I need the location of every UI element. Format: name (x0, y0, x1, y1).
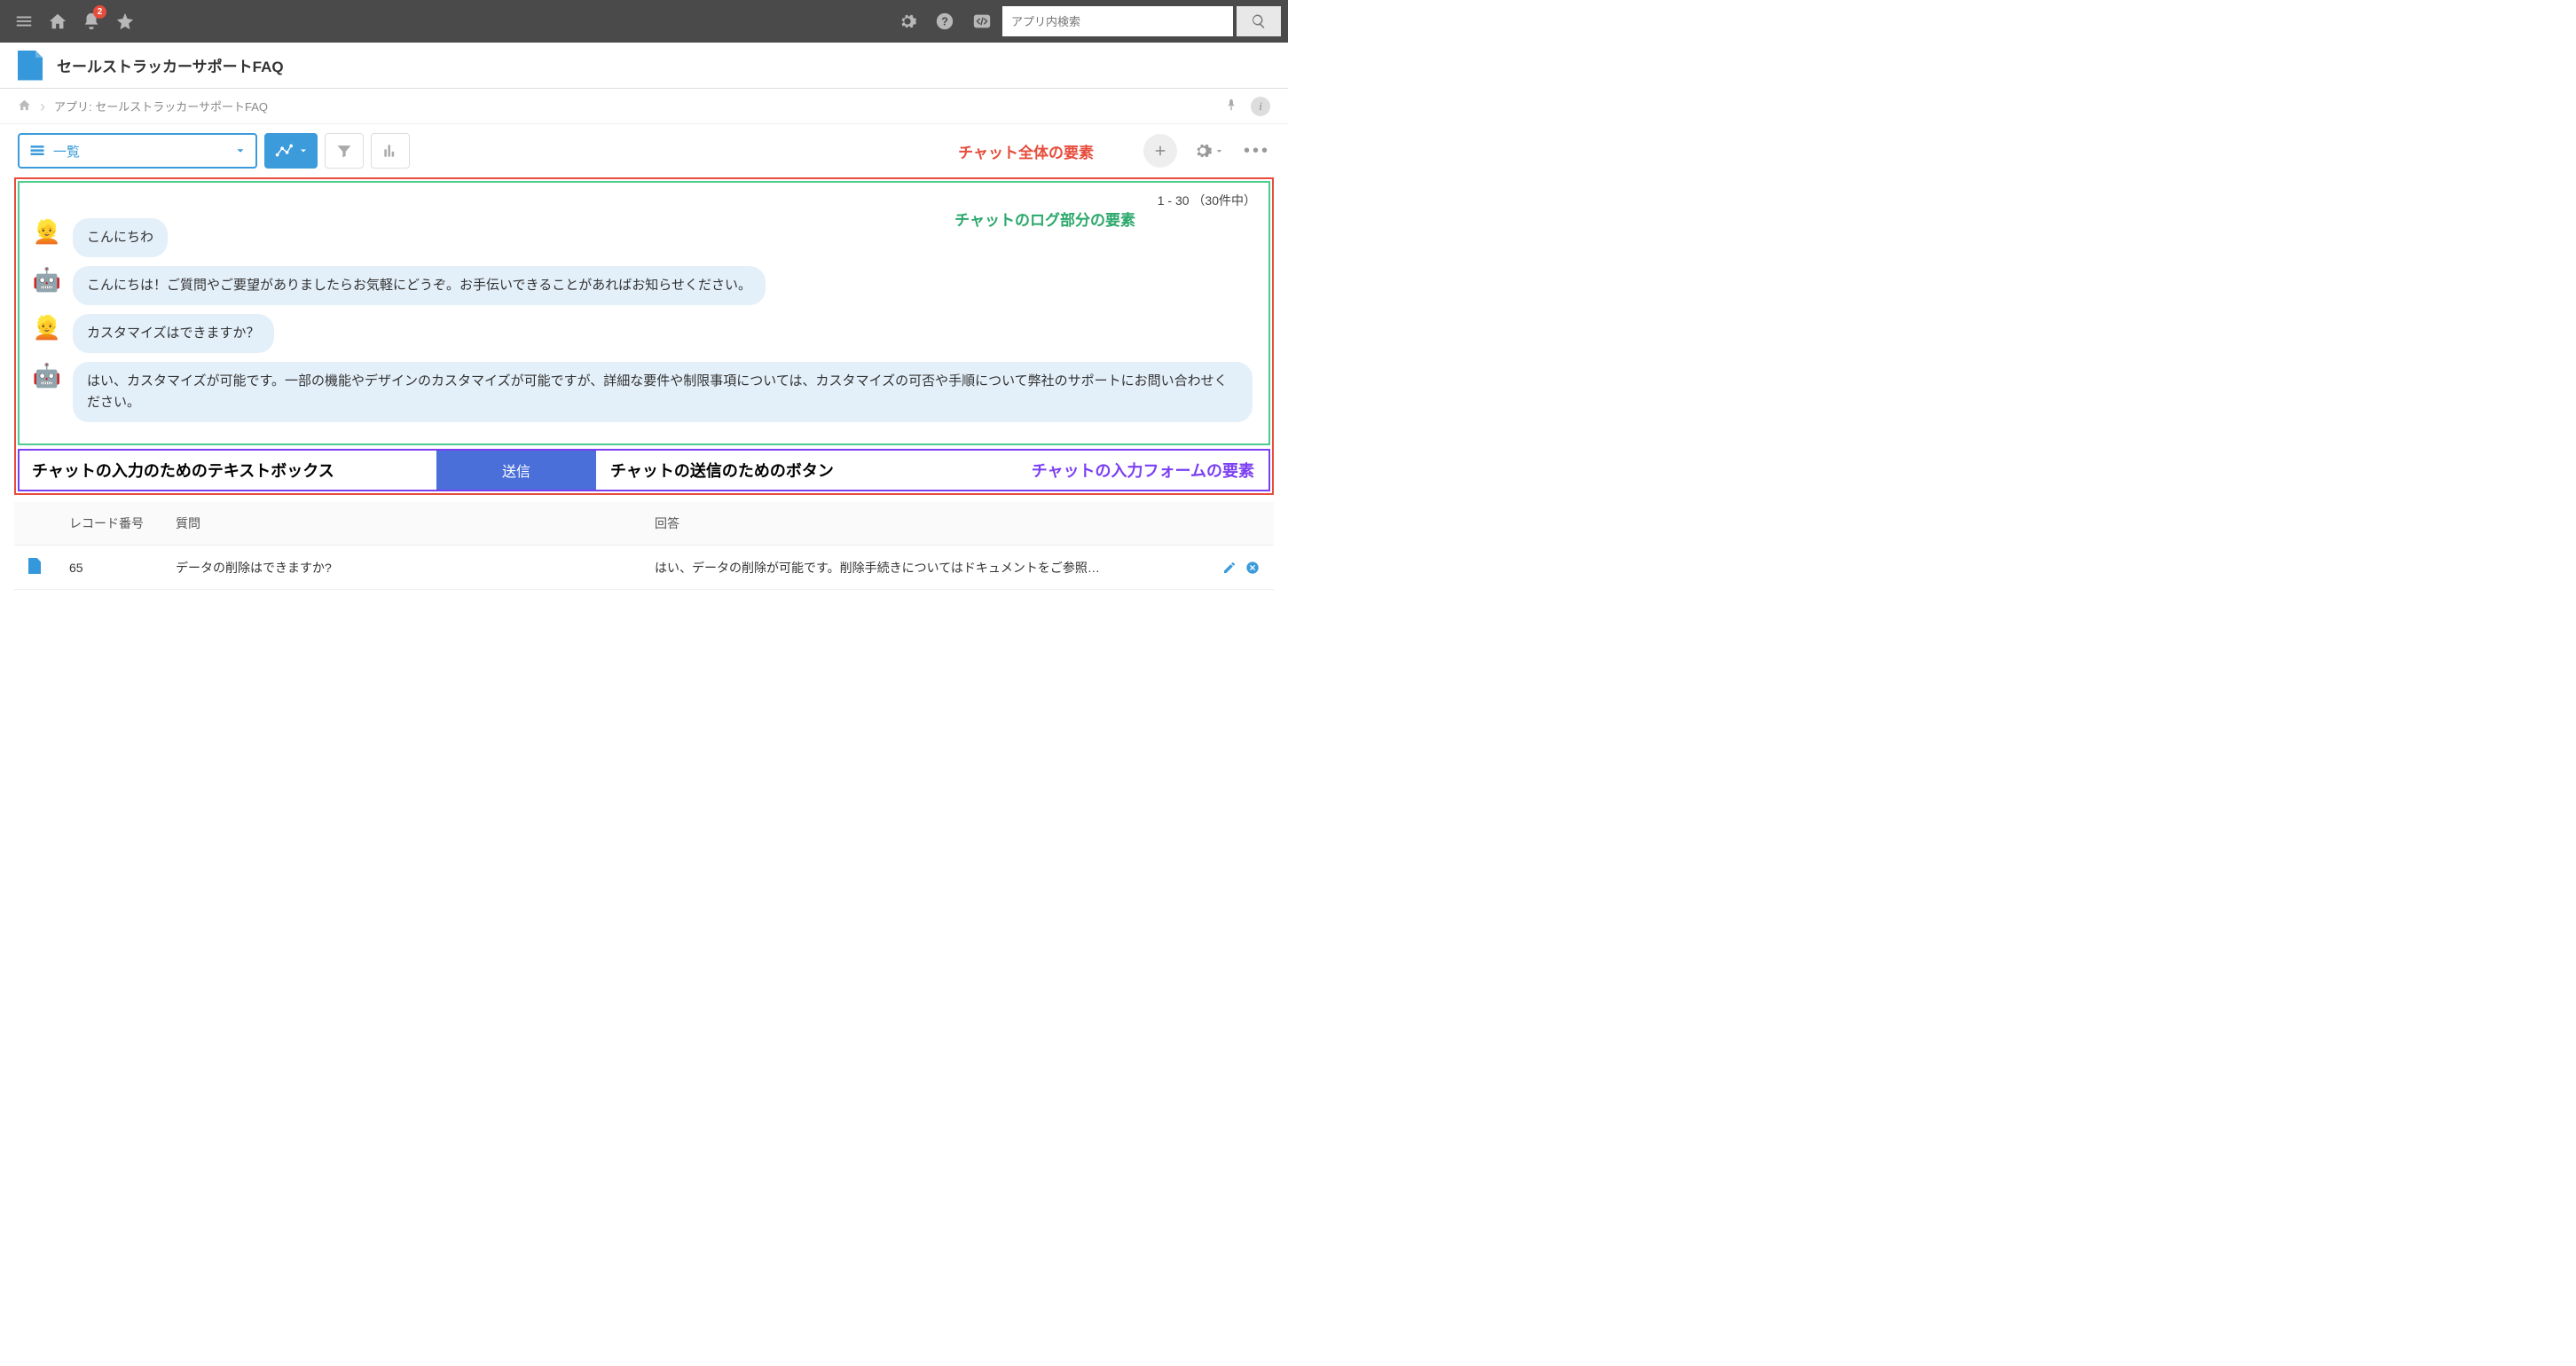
chat-message: 🤖 はい、カスタマイズが可能です。一部の機能やデザインのカスタマイズが可能ですが… (32, 362, 1256, 422)
app-icon (18, 51, 43, 81)
cell-record-no: 65 (55, 546, 161, 590)
code-icon[interactable] (965, 0, 999, 43)
send-button[interactable]: 送信 (436, 451, 596, 490)
chat-container: 1 - 30 （30件中） チャットのログ部分の要素 👱 こんにちわ 🤖 こんに… (14, 177, 1274, 495)
view-selector[interactable]: 一覧 (18, 133, 257, 169)
star-icon[interactable] (108, 0, 142, 43)
user-avatar: 👱 (32, 314, 62, 342)
help-icon[interactable]: ? (928, 0, 962, 43)
chat-bubble: はい、カスタマイズが可能です。一部の機能やデザインのカスタマイズが可能ですが、詳… (73, 362, 1253, 422)
home-icon[interactable] (41, 0, 75, 43)
add-button[interactable] (1143, 134, 1177, 168)
breadcrumb-home-icon[interactable] (18, 98, 31, 114)
app-title-bar: セールストラッカーサポートFAQ (0, 43, 1288, 89)
svg-text:?: ? (941, 15, 948, 28)
app-title: セールストラッカーサポートFAQ (57, 54, 284, 76)
chat-log: 1 - 30 （30件中） チャットのログ部分の要素 👱 こんにちわ 🤖 こんに… (18, 181, 1270, 445)
breadcrumb: › アプリ: セールストラッカーサポートFAQ i (0, 89, 1288, 124)
cell-answer: はい、データの削除が可能です。削除手続きについてはドキュメントをご参照… (640, 546, 1208, 590)
chat-text-input[interactable] (20, 451, 436, 490)
notification-badge: 2 (93, 5, 106, 19)
global-header: 2 ? (0, 0, 1288, 43)
chat-message: 🤖 こんにちは！ご質問やご要望がありましたらお気軽にどうぞ。お手伝いできることが… (32, 266, 1256, 305)
graph-button[interactable] (264, 133, 318, 169)
chat-bubble: カスタマイズはできますか？ (73, 314, 274, 353)
annotation-chat-whole: チャット全体の要素 (958, 140, 1094, 162)
settings-dropdown[interactable] (1193, 141, 1224, 161)
table-row[interactable]: 65 データの削除はできますか? はい、データの削除が可能です。削除手続きについ… (14, 546, 1274, 590)
col-record-no: レコード番号 (55, 502, 161, 546)
record-count: 1 - 30 （30件中） (32, 192, 1256, 209)
chat-bubble: こんにちは！ご質問やご要望がありましたらお気軽にどうぞ。お手伝いできることがあれ… (73, 266, 766, 305)
settings-icon[interactable] (891, 0, 924, 43)
annotation-chat-log: チャットのログ部分の要素 (954, 208, 1135, 230)
user-avatar: 👱 (32, 218, 62, 246)
bot-avatar: 🤖 (32, 266, 62, 294)
toolbar: 一覧 チャット全体の要素 ••• (0, 124, 1288, 177)
edit-icon[interactable] (1222, 561, 1237, 575)
record-icon (28, 558, 41, 574)
annotation-chat-form: チャットの入力フォームの要素 (1032, 459, 1254, 482)
chart-button[interactable] (371, 133, 410, 169)
col-question: 質問 (161, 502, 640, 546)
breadcrumb-separator: › (40, 98, 45, 114)
delete-icon[interactable] (1245, 561, 1260, 575)
chat-input-form: 送信 チャットの送信のためのボタン チャットの入力フォームの要素 (18, 449, 1270, 491)
search-input[interactable] (1002, 6, 1233, 36)
cell-question: データの削除はできますか? (161, 546, 640, 590)
view-selector-label: 一覧 (53, 142, 227, 161)
record-table: レコード番号 質問 回答 65 データの削除はできますか? はい、データの削除が… (14, 502, 1274, 590)
notification-icon[interactable]: 2 (75, 0, 108, 43)
annotation-send-button: チャットの送信のためのボタン (610, 459, 834, 482)
chat-message: 👱 カスタマイズはできますか？ (32, 314, 1256, 353)
chat-bubble: こんにちわ (73, 218, 168, 257)
pin-icon[interactable] (1224, 98, 1238, 114)
breadcrumb-label: アプリ: セールストラッカーサポートFAQ (54, 98, 268, 114)
bot-avatar: 🤖 (32, 362, 62, 389)
more-options[interactable]: ••• (1244, 141, 1270, 161)
col-answer: 回答 (640, 502, 1208, 546)
info-icon[interactable]: i (1251, 97, 1270, 116)
filter-button[interactable] (325, 133, 364, 169)
search-button[interactable] (1237, 6, 1281, 36)
menu-icon[interactable] (7, 0, 41, 43)
